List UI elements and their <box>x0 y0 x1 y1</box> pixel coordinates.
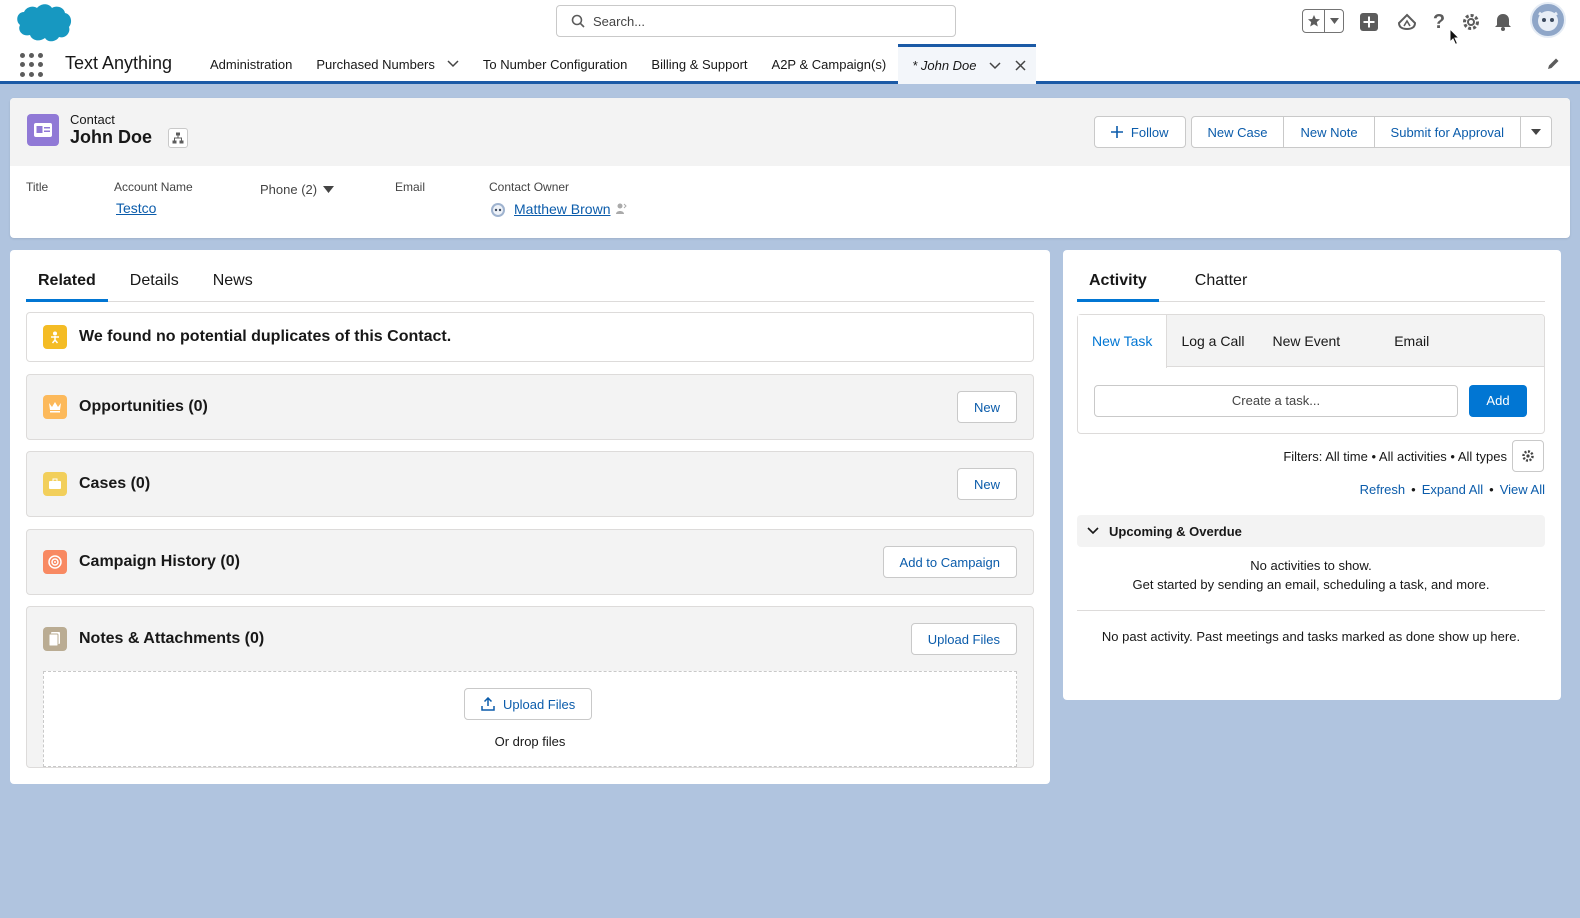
hierarchy-icon <box>172 132 184 144</box>
duplicates-card: We found no potential duplicates of this… <box>26 312 1034 362</box>
app-name: Text Anything <box>65 53 173 73</box>
field-account-name: Account Name Testco <box>114 180 193 216</box>
related-panel: Related Details News We found no potenti… <box>10 250 1050 784</box>
composer-tab-new-event[interactable]: New Event <box>1258 315 1380 366</box>
chevron-down-icon[interactable] <box>447 60 459 68</box>
search-icon <box>571 14 585 28</box>
nav-item-administration[interactable]: Administration <box>198 44 304 84</box>
trailhead-icon[interactable] <box>1395 10 1419 34</box>
chevron-down-icon[interactable] <box>988 61 1001 70</box>
favorites-star-icon[interactable] <box>1303 10 1326 32</box>
favorites-group[interactable] <box>1302 9 1344 33</box>
record-object-type: Contact <box>70 112 115 127</box>
change-owner-icon[interactable] <box>615 202 628 216</box>
tab-chatter[interactable]: Chatter <box>1183 266 1259 302</box>
campaign-history-card: Campaign History (0) Add to Campaign <box>26 529 1034 595</box>
chevron-down-icon[interactable] <box>1087 527 1099 535</box>
view-all-link[interactable]: View All <box>1500 482 1545 497</box>
add-task-button[interactable]: Add <box>1469 385 1527 417</box>
opportunities-card: Opportunities (0) New <box>26 374 1034 440</box>
activity-links: Refresh • Expand All • View All <box>1359 482 1545 497</box>
field-email: Email <box>395 180 426 194</box>
tab-details[interactable]: Details <box>118 266 191 302</box>
nav-item-billing-support[interactable]: Billing & Support <box>639 44 759 84</box>
submit-for-approval-button[interactable]: Submit for Approval <box>1373 116 1521 148</box>
record-highlights-panel: Contact John Doe Follow New Case New Not… <box>10 98 1570 238</box>
field-phone[interactable]: Phone (2) <box>260 180 335 197</box>
add-to-campaign-button[interactable]: Add to Campaign <box>882 546 1017 578</box>
gear-icon <box>1522 450 1534 462</box>
tab-john-doe[interactable]: * John Doe <box>898 44 1036 84</box>
campaign-target-icon <box>43 550 67 574</box>
app-launcher-icon[interactable] <box>20 53 44 77</box>
composer-tab-log-call[interactable]: Log a Call <box>1167 315 1258 366</box>
upload-icon <box>481 697 495 711</box>
setup-gear-icon[interactable] <box>1459 10 1483 34</box>
refresh-link[interactable]: Refresh <box>1360 482 1406 497</box>
global-search-input[interactable]: Search... <box>556 5 956 37</box>
owner-link[interactable]: Matthew Brown <box>514 201 610 217</box>
favorites-caret-icon[interactable] <box>1325 18 1343 24</box>
account-link[interactable]: Testco <box>116 200 193 216</box>
owner-avatar-icon <box>491 203 505 217</box>
new-case-button[interactable]: New Case <box>1190 116 1285 148</box>
help-icon[interactable]: ? <box>1427 10 1451 34</box>
no-past-activity-message: No past activity. Past meetings and task… <box>1101 629 1521 644</box>
filter-settings-button[interactable] <box>1512 440 1544 472</box>
hierarchy-button[interactable] <box>168 128 188 148</box>
more-actions-button[interactable] <box>1520 116 1552 148</box>
notifications-bell-icon[interactable] <box>1491 10 1515 34</box>
chevron-down-icon[interactable] <box>323 185 335 194</box>
expand-all-link[interactable]: Expand All <box>1422 482 1483 497</box>
add-icon[interactable] <box>1357 10 1381 34</box>
cases-title[interactable]: Cases (0) <box>79 452 150 516</box>
opportunities-title[interactable]: Opportunities (0) <box>79 375 208 439</box>
activity-composer: New Task Log a Call New Event Email Crea… <box>1077 314 1545 434</box>
notes-attachments-card: Notes & Attachments (0) Upload Files Upl… <box>26 606 1034 768</box>
contact-icon <box>27 114 59 146</box>
close-icon[interactable] <box>1014 60 1026 71</box>
composer-tab-new-task[interactable]: New Task <box>1078 315 1168 368</box>
cases-card: Cases (0) New <box>26 451 1034 517</box>
follow-button[interactable]: Follow <box>1093 116 1186 148</box>
nav-item-purchased-numbers[interactable]: Purchased Numbers <box>304 44 471 84</box>
activity-divider <box>1077 610 1545 611</box>
search-placeholder: Search... <box>593 13 646 29</box>
nav-item-a2p-campaigns[interactable]: A2P & Campaign(s) <box>760 44 899 84</box>
record-name: John Doe <box>70 127 153 147</box>
no-activities-message: No activities to show. Get started by se… <box>1132 558 1490 592</box>
duplicates-icon <box>43 325 67 349</box>
global-header: Search... ? <box>0 0 1580 46</box>
user-avatar[interactable] <box>1530 2 1566 38</box>
nav-item-to-number-configuration[interactable]: To Number Configuration <box>471 44 640 84</box>
new-case-related-button[interactable]: New <box>956 468 1017 500</box>
opportunities-crown-icon <box>43 395 67 419</box>
field-title: Title <box>26 180 49 194</box>
notes-file-icon <box>43 627 67 651</box>
new-opportunity-button[interactable]: New <box>956 391 1017 423</box>
edit-nav-pencil-icon[interactable] <box>1546 57 1560 71</box>
file-drop-zone[interactable]: Upload Files Or drop files <box>43 671 1017 767</box>
tab-related[interactable]: Related <box>26 266 108 302</box>
upload-files-button[interactable]: Upload Files <box>464 688 593 720</box>
salesforce-logo[interactable] <box>12 2 72 42</box>
tab-activity[interactable]: Activity <box>1077 266 1159 302</box>
activity-panel: Activity Chatter New Task Log a Call New… <box>1063 250 1561 700</box>
activity-filters-text: Filters: All time • All activities • All… <box>1283 449 1507 464</box>
composer-tab-email[interactable]: Email <box>1380 315 1443 366</box>
app-nav-bar: Text Anything Administration Purchased N… <box>0 44 1580 84</box>
campaign-history-title[interactable]: Campaign History (0) <box>79 530 240 594</box>
duplicates-message: We found no potential duplicates of this… <box>79 328 452 345</box>
tab-news[interactable]: News <box>201 266 265 302</box>
chevron-down-icon <box>1531 129 1541 135</box>
notes-attachments-title[interactable]: Notes & Attachments (0) <box>79 607 264 671</box>
cases-briefcase-icon <box>43 472 67 496</box>
new-note-button[interactable]: New Note <box>1283 116 1375 148</box>
upload-files-header-button[interactable]: Upload Files <box>910 623 1017 655</box>
plus-icon <box>1110 126 1123 138</box>
field-contact-owner: Contact Owner Matthew Brown <box>489 180 628 218</box>
drop-files-text: Or drop files <box>494 734 566 749</box>
create-task-input[interactable]: Create a task... <box>1094 385 1458 417</box>
upcoming-overdue-section[interactable]: Upcoming & Overdue <box>1077 515 1545 547</box>
